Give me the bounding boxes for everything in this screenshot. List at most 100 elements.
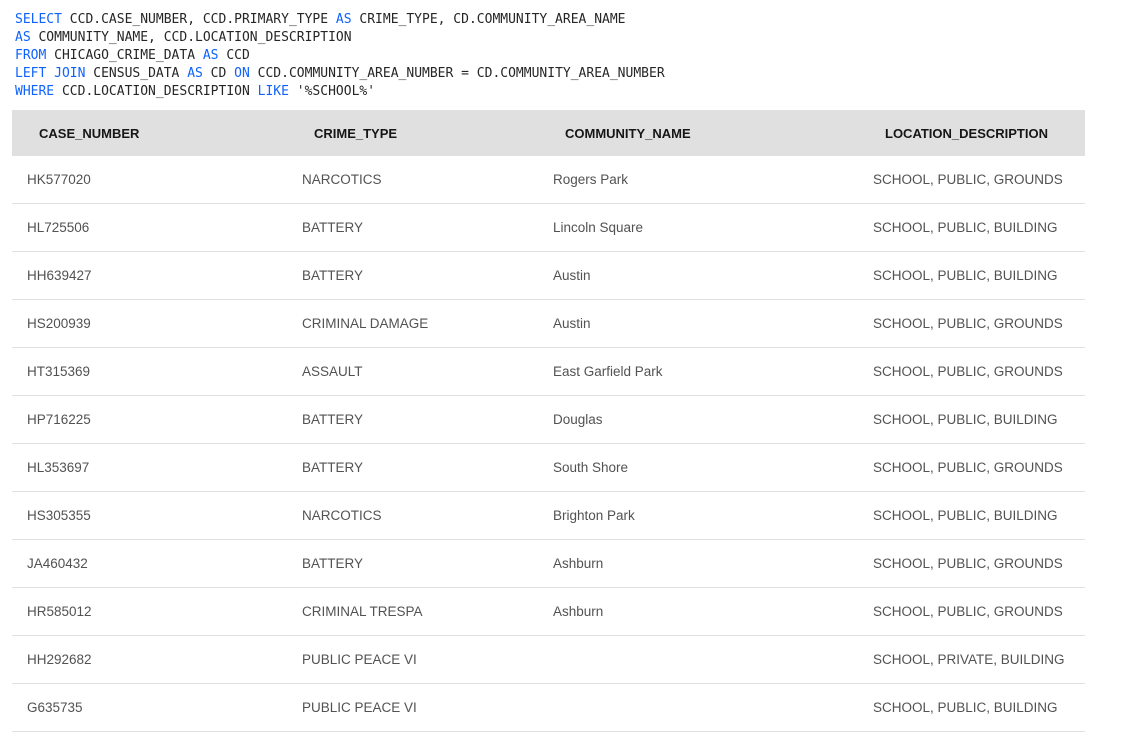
cell-crime-type: NARCOTICS	[287, 156, 537, 204]
cell-text: SCHOOL, PUBLIC, BUILDING	[873, 220, 1058, 235]
cell-text: SCHOOL, PUBLIC, GROUNDS	[873, 316, 1063, 331]
sql-keyword: AS	[202, 48, 219, 63]
cell-location-description: SCHOOL, PUBLIC, GROUNDS	[857, 443, 1085, 492]
cell-case-number: HL353697	[12, 443, 287, 492]
cell-text: SCHOOL, PUBLIC, BUILDING	[873, 268, 1058, 283]
cell-case-number: HR585012	[12, 587, 287, 636]
cell-text: BATTERY	[302, 268, 364, 283]
cell-text: CRIMINAL DAMAGE	[302, 316, 429, 331]
sql-keyword: FROM	[15, 48, 47, 63]
cell-community-name: South Shore	[537, 443, 857, 492]
sql-string: '%SCHOOL%'	[288, 84, 376, 99]
sql-text: CCD	[218, 48, 250, 63]
cell-text: Lincoln Square	[553, 220, 644, 235]
cell-text: BATTERY	[302, 556, 364, 571]
header-row: CASE_NUMBER CRIME_TYPE COMMUNITY_NAME LO…	[12, 110, 1085, 156]
sql-keyword: AS	[187, 66, 203, 81]
table-row: G635735 PUBLIC PEACE VI SCHOOL, PUBLIC, BU…	[12, 683, 1085, 732]
cell-crime-type: BATTERY	[287, 203, 537, 252]
cell-location-description: SCHOOL, PUBLIC, GROUNDS	[857, 539, 1085, 588]
cell-text: HS305355	[27, 508, 91, 523]
cell-text: BATTERY	[302, 460, 364, 475]
cell-crime-type: BATTERY	[287, 395, 537, 444]
cell-text: HP716225	[27, 412, 91, 427]
cell-case-number: G635735	[12, 683, 287, 732]
table-row: JA460432 BATTERY Ashburn SCHOOL, PUBLIC, GR…	[12, 539, 1085, 588]
header-label: COMMUNITY_NAME	[565, 125, 691, 141]
cell-location-description: SCHOOL, PUBLIC, GROUNDS	[857, 347, 1085, 396]
cell-crime-type: CRIMINAL DAMAGE	[287, 299, 537, 348]
sql-query: SELECT CCD.CASE_NUMBER, CCD.PRIMARY_TYPE…	[15, 11, 665, 101]
table-body: HK577020 NARCOTICS Rogers Park SCHOOL, PUBL…	[12, 156, 1085, 732]
cell-text: SCHOOL, PUBLIC, GROUNDS	[873, 556, 1063, 571]
cell-text: South Shore	[553, 460, 629, 475]
cell-text: SCHOOL, PUBLIC, GROUNDS	[873, 460, 1063, 475]
cell-location-description: SCHOOL, PRIVATE, BUILDING	[857, 635, 1085, 684]
column-header-case-number: CASE_NUMBER	[12, 110, 287, 156]
table-row: HR585012 CRIMINAL TRESPA Ashburn SCHOOL, PU…	[12, 587, 1085, 636]
cell-location-description: SCHOOL, PUBLIC, BUILDING	[857, 491, 1085, 540]
cell-text: SCHOOL, PUBLIC, GROUNDS	[873, 604, 1063, 619]
cell-text: BATTERY	[302, 220, 364, 235]
cell-community-name: Austin	[537, 299, 857, 348]
cell-text: East Garfield Park	[553, 364, 663, 379]
cell-text: Brighton Park	[553, 508, 635, 523]
cell-crime-type: BATTERY	[287, 443, 537, 492]
sql-keyword: ON	[234, 66, 250, 81]
cell-text: Austin	[553, 316, 591, 331]
cell-community-name: Ashburn	[537, 587, 857, 636]
table-row: HP716225 BATTERY Douglas SCHOOL, PUBLIC, BU…	[12, 395, 1085, 444]
cell-text: PUBLIC PEACE VI	[302, 652, 417, 667]
cell-case-number: HT315369	[12, 347, 287, 396]
cell-text: BATTERY	[302, 412, 364, 427]
sql-text: CCD.COMMUNITY_AREA_NUMBER = CD.COMMUNITY…	[249, 66, 665, 81]
table-row: HH639427 BATTERY Austin SCHOOL, PUBLIC, BUI…	[12, 251, 1085, 300]
sql-text: CENSUS_DATA	[85, 66, 188, 81]
sql-keyword: AS	[335, 12, 352, 27]
cell-text: SCHOOL, PUBLIC, BUILDING	[873, 700, 1058, 715]
cell-crime-type: NARCOTICS	[287, 491, 537, 540]
table-row: HL725506 BATTERY Lincoln Square SCHOOL, PUB…	[12, 203, 1085, 252]
cell-community-name: East Garfield Park	[537, 347, 857, 396]
cell-text: ASSAULT	[302, 364, 363, 379]
sql-text: CD	[202, 66, 235, 81]
cell-case-number: HH639427	[12, 251, 287, 300]
cell-text: G635735	[27, 700, 83, 715]
cell-text: SCHOOL, PUBLIC, BUILDING	[873, 412, 1058, 427]
sql-keyword: SELECT	[15, 12, 62, 27]
cell-text: SCHOOL, PUBLIC, GROUNDS	[873, 172, 1063, 187]
cell-text: Douglas	[553, 412, 603, 427]
cell-text: SCHOOL, PRIVATE, BUILDING	[873, 652, 1065, 667]
cell-text: HH639427	[27, 268, 92, 283]
cell-community-name: Lincoln Square	[537, 203, 857, 252]
table-row: HL353697 BATTERY South Shore SCHOOL, PUBLIC…	[12, 443, 1085, 492]
cell-text: HL725506	[27, 220, 90, 235]
cell-crime-type: BATTERY	[287, 251, 537, 300]
cell-case-number: HS200939	[12, 299, 287, 348]
cell-text: HT315369	[27, 364, 91, 379]
sql-text: CCD.CASE_NUMBER, CCD.PRIMARY_TYPE	[61, 12, 336, 27]
cell-location-description: SCHOOL, PUBLIC, BUILDING	[857, 395, 1085, 444]
cell-crime-type: PUBLIC PEACE VI	[287, 683, 537, 732]
cell-crime-type: CRIMINAL TRESPA	[287, 587, 537, 636]
cell-text: HK577020	[27, 172, 91, 187]
cell-location-description: SCHOOL, PUBLIC, BUILDING	[857, 203, 1085, 252]
header-label: CASE_NUMBER	[39, 125, 140, 141]
table-row: HS200939 CRIMINAL DAMAGE Austin SCHOOL, PUB…	[12, 299, 1085, 348]
result-table: CASE_NUMBER CRIME_TYPE COMMUNITY_NAME LO…	[12, 110, 1085, 732]
cell-text: NARCOTICS	[302, 172, 382, 187]
header-label: LOCATION_DESCRIPTION	[885, 125, 1048, 141]
cell-location-description: SCHOOL, PUBLIC, BUILDING	[857, 251, 1085, 300]
cell-location-description: SCHOOL, PUBLIC, GROUNDS	[857, 587, 1085, 636]
cell-text: PUBLIC PEACE VI	[302, 700, 417, 715]
table-row: HT315369 ASSAULT East Garfield Park SCHOOL,…	[12, 347, 1085, 396]
cell-community-name: Brighton Park	[537, 491, 857, 540]
cell-case-number: HH292682	[12, 635, 287, 684]
column-header-location-description: LOCATION_DESCRIPTION	[857, 110, 1085, 156]
cell-text: HR585012	[27, 604, 92, 619]
cell-text: Ashburn	[553, 556, 604, 571]
cell-location-description: SCHOOL, PUBLIC, GROUNDS	[857, 156, 1085, 204]
cell-community-name: Austin	[537, 251, 857, 300]
cell-text: Austin	[553, 268, 591, 283]
sql-keyword: AS	[15, 30, 31, 45]
